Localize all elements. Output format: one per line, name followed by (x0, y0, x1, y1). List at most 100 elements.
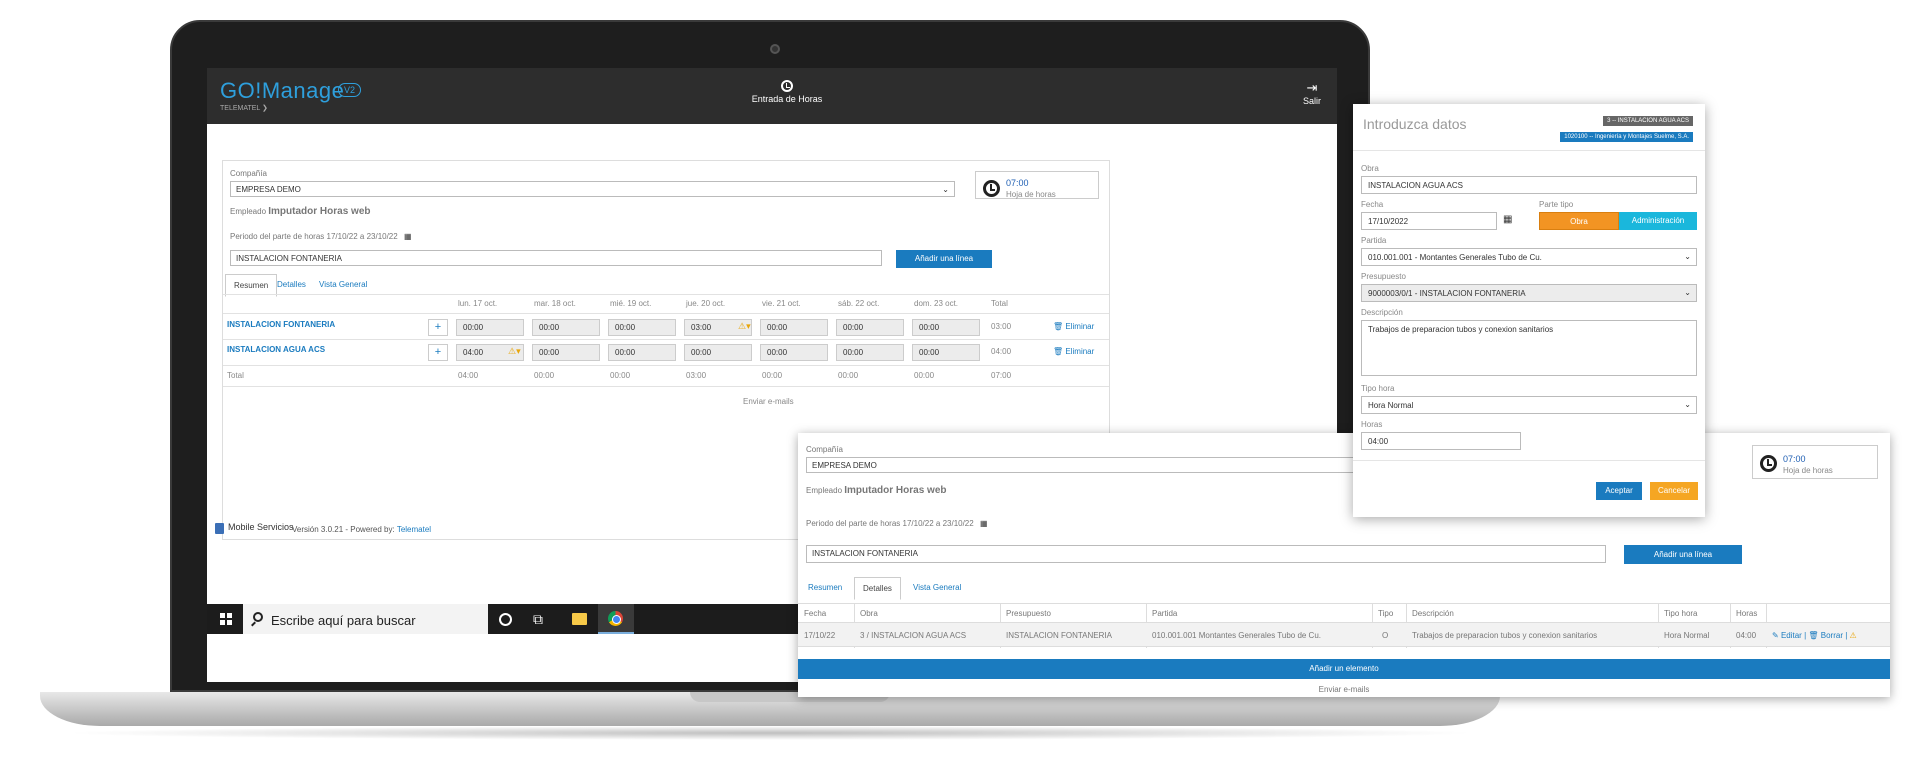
windows-start-icon[interactable] (220, 613, 232, 625)
row-link-agua-acs[interactable]: INSTALACION AGUA ACS (227, 345, 325, 354)
cancel-button[interactable]: Cancelar (1650, 482, 1698, 500)
hours-input[interactable]: 00:00 (608, 344, 676, 361)
col-header: lun. 17 oct. (458, 299, 498, 308)
obra-label: Obra (1361, 164, 1379, 173)
task-view-icon[interactable]: ⧉ (533, 611, 543, 628)
exit-label: Salir (1302, 96, 1321, 106)
partida-value: 010.001.001 - Montantes Generales Tubo d… (1368, 253, 1542, 262)
company-value: EMPRESA DEMO (236, 185, 301, 194)
chevron-down-icon: ⌄ (1684, 288, 1691, 297)
exit-button[interactable]: ⇥ Salir (1303, 80, 1321, 106)
timesheet-clock[interactable]: 07:00 Hoja de horas (1752, 445, 1878, 479)
send-emails-link[interactable]: Enviar e-mails (798, 685, 1890, 694)
fecha-input[interactable]: 17/10/2022 (1361, 212, 1497, 230)
delete-row-link[interactable]: 🗑 Eliminar (1053, 347, 1094, 356)
app-logo[interactable]: GO!Manage (220, 78, 344, 104)
calendar-icon[interactable]: ▦ (404, 232, 412, 241)
row-total: 04:00 (991, 347, 1012, 356)
hours-input[interactable]: 00:00 (760, 319, 828, 336)
parte-tipo-label: Parte tipo (1539, 200, 1574, 209)
modal-title: Introduzca datos (1363, 116, 1467, 132)
add-line-button[interactable]: Añadir una línea (1624, 545, 1742, 564)
col-header: sáb. 22 oct. (838, 299, 880, 308)
hours-input[interactable]: 00:00 (684, 344, 752, 361)
add-entry-button[interactable]: + (428, 344, 448, 361)
timesheet-clock[interactable]: 07:00 Hoja de horas (975, 171, 1099, 199)
tab-detalles[interactable]: Detalles (269, 274, 314, 295)
company-select[interactable]: EMPRESA DEMO ⌄ (230, 181, 955, 197)
delete-row-link[interactable]: 🗑 Eliminar (1053, 322, 1094, 331)
tab-detalles[interactable]: Detalles (854, 577, 901, 600)
header-time-entry[interactable]: Entrada de Horas (707, 80, 867, 104)
horas-input[interactable]: 04:00 (1361, 432, 1521, 450)
camera-icon (770, 44, 780, 54)
hours-input[interactable]: 00:00 (912, 319, 980, 336)
col-header: Total (991, 299, 1008, 308)
search-icon (253, 612, 263, 622)
add-line-button[interactable]: Añadir una línea (896, 250, 992, 268)
tab-resumen[interactable]: Resumen (800, 577, 850, 598)
footer-brand: Mobile Servicios (228, 522, 294, 532)
col-header: Presupuesto (1006, 609, 1051, 618)
edit-link[interactable]: ✎ Editar (1772, 631, 1802, 640)
tipo-hora-select[interactable]: Hora Normal ⌄ (1361, 396, 1697, 414)
chrome-icon (608, 611, 623, 626)
presupuesto-select[interactable]: 9000003/0/1 - INSTALACION FONTANERIA ⌄ (1361, 284, 1697, 302)
cell-tipo: O (1382, 631, 1389, 640)
company-value: EMPRESA DEMO (812, 461, 877, 470)
warning-icon[interactable]: ⚠ (1850, 631, 1857, 640)
hours-input[interactable]: 00:00 (608, 319, 676, 336)
table-row[interactable]: 17/10/22 3 / INSTALACION AGUA ACS INSTAL… (798, 623, 1890, 647)
send-emails-link[interactable]: Enviar e-mails (743, 397, 794, 406)
add-element-button[interactable]: Añadir un elemento (798, 659, 1890, 679)
parte-tipo-admin-button[interactable]: Administración (1619, 212, 1697, 230)
hours-input[interactable]: 00:00 (760, 344, 828, 361)
accept-button[interactable]: Aceptar (1596, 482, 1642, 500)
calendar-icon[interactable]: ▦ (980, 519, 988, 528)
version-badge: V2 (338, 83, 362, 97)
clock-icon (781, 80, 793, 92)
tab-vista-general[interactable]: Vista General (905, 577, 969, 598)
period-row: Periodo del parte de horas 17/10/22 a 23… (230, 232, 412, 241)
grand-total: 07:00 (991, 371, 1012, 380)
hours-input[interactable]: 00:00 (532, 319, 600, 336)
chrome-taskbar-button[interactable] (598, 604, 634, 634)
warning-icon[interactable]: ⚠▾ (738, 321, 751, 332)
partida-select[interactable]: 010.001.001 - Montantes Generales Tubo d… (1361, 248, 1697, 266)
hours-input[interactable]: 00:00 (456, 319, 524, 336)
tab-vista-general[interactable]: Vista General (311, 274, 375, 295)
total-label: Total (227, 371, 244, 380)
detail-table-header: Fecha Obra Presupuesto Partida Tipo Desc… (798, 603, 1890, 648)
powered-by-link[interactable]: Telematel (397, 525, 431, 534)
app-header: GO!Manage V2 TELEMATEL ❯ Entrada de Hora… (207, 68, 1337, 124)
work-input[interactable]: INSTALACION FONTANERIA (230, 250, 882, 266)
row-link-fontaneria[interactable]: INSTALACION FONTANERIA (227, 320, 335, 329)
logo-subtitle[interactable]: TELEMATEL ❯ (220, 104, 268, 112)
clock-label: Hoja de horas (1783, 466, 1833, 475)
company-select[interactable]: EMPRESA DEMO (806, 457, 1406, 473)
obra-input[interactable]: INSTALACION AGUA ACS (1361, 176, 1697, 194)
work-input[interactable]: INSTALACION FONTANERIA (806, 545, 1606, 563)
company-label: Compañía (806, 445, 843, 454)
delete-link[interactable]: 🗑 Borrar (1808, 631, 1843, 640)
parte-tipo-obra-button[interactable]: Obra (1539, 212, 1619, 230)
company-label: Compañía (230, 169, 267, 178)
taskbar-search[interactable]: Escribe aquí para buscar (243, 604, 488, 634)
warning-icon[interactable]: ⚠▾ (508, 346, 521, 357)
hours-input[interactable]: 00:00 (836, 344, 904, 361)
file-explorer-icon[interactable] (572, 613, 587, 625)
hours-input[interactable]: 00:00 (912, 344, 980, 361)
descripcion-textarea[interactable]: Trabajos de preparacion tubos y conexion… (1361, 320, 1697, 376)
col-header: Partida (1152, 609, 1178, 618)
hours-input[interactable]: 00:00 (836, 319, 904, 336)
divider (223, 313, 1109, 314)
marketing-stage: GO!Manage V2 TELEMATEL ❯ Entrada de Hora… (0, 0, 1920, 765)
cortana-icon[interactable] (499, 613, 512, 626)
calendar-icon[interactable]: ▦ (1503, 214, 1512, 225)
clock-time: 07:00 (1006, 178, 1029, 188)
client-badge: 1020100 -- Ingeniería y Montajes Suelme,… (1560, 132, 1693, 142)
divider (1353, 460, 1705, 461)
hours-input[interactable]: 00:00 (532, 344, 600, 361)
add-entry-button[interactable]: + (428, 319, 448, 336)
chevron-down-icon: ⌄ (1684, 252, 1691, 261)
